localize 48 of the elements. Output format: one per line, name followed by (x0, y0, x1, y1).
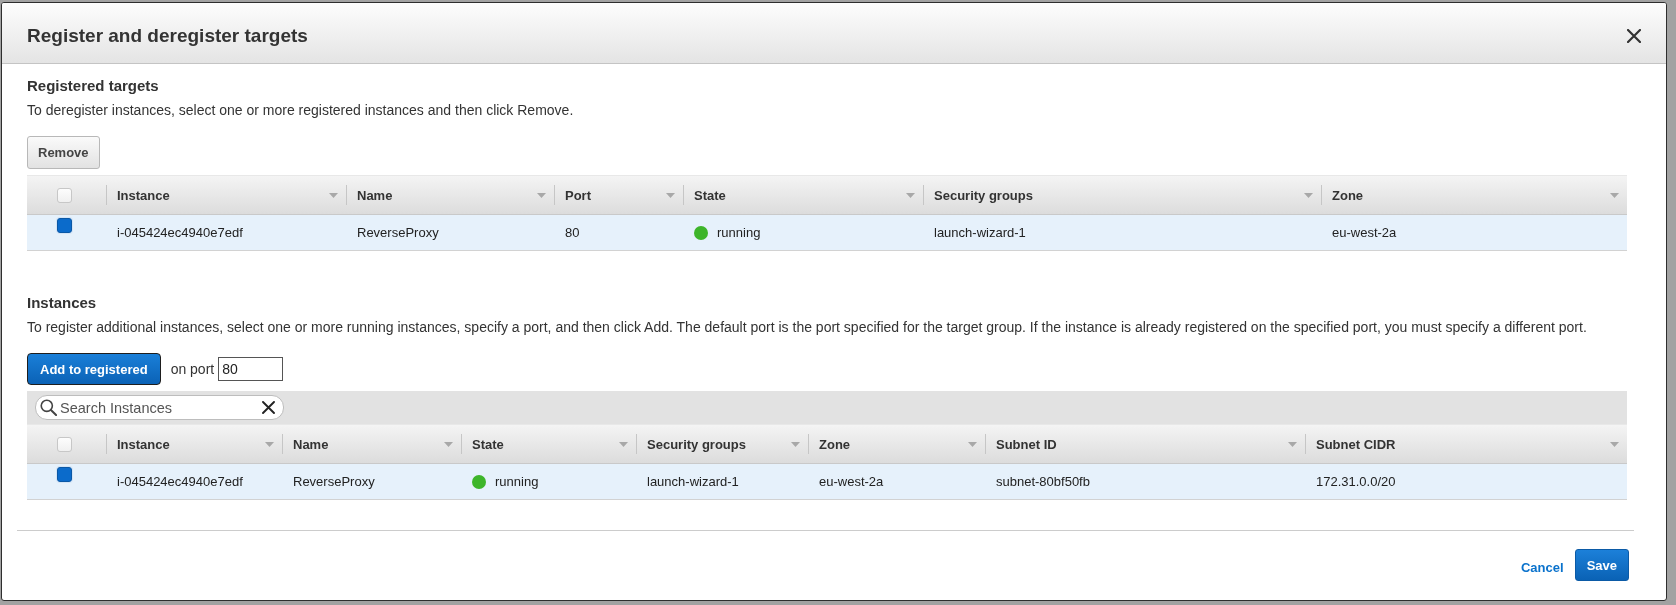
sort-caret-icon (1304, 192, 1313, 198)
cancel-link[interactable]: Cancel (1521, 559, 1564, 575)
remove-button[interactable]: Remove (27, 136, 100, 169)
sort-caret-icon (619, 441, 628, 447)
sort-caret-icon (265, 441, 274, 447)
sort-caret-icon (1610, 441, 1619, 447)
table-cell-text: subnet-80bf50fb (995, 473, 1091, 491)
sort-caret-icon (1610, 192, 1619, 198)
sort-caret-icon (329, 192, 338, 198)
clear-icon[interactable] (262, 401, 275, 414)
table-row[interactable]: i-045424ec4940e7edf ReverseProxy 80 running launch-wizard-1 eu-west-2a (27, 215, 1627, 251)
sort-caret-icon (1288, 441, 1297, 447)
state-text: running (717, 225, 761, 240)
close-icon (1627, 29, 1641, 43)
dialog-title: Register and deregister targets (27, 25, 308, 47)
add-to-registered-button[interactable]: Add to registered (27, 353, 161, 385)
sort-caret-icon (444, 441, 453, 447)
sort-caret-icon (537, 192, 546, 198)
table-cell-text: launch-wizard-1 (933, 224, 1027, 242)
state-text: running (495, 474, 539, 489)
sort-caret-icon (906, 192, 915, 198)
search-icon (40, 399, 57, 416)
port-field[interactable]: 80 (218, 357, 284, 381)
table-cell-text: eu-west-2a (818, 473, 885, 491)
sort-caret-icon (666, 192, 675, 198)
sort-caret-icon (968, 441, 977, 447)
table-cell-text: eu-west-2a (1331, 224, 1398, 242)
row-checkbox[interactable] (57, 467, 72, 482)
table-cell-text: launch-wizard-1 (646, 473, 740, 491)
sort-caret-icon (791, 441, 800, 447)
select-all-checkbox[interactable] (57, 436, 72, 452)
table-cell-text: i-045424ec4940e7edf (116, 473, 244, 491)
section-description: To register additional instances, select one or more running instances, specify a port, and then click Add. The default port is the port specified for the target group. If the instance is already registered on the specified port, you must specify a different port. (27, 318, 1588, 336)
row-checkbox[interactable] (57, 218, 72, 233)
search-field[interactable]: Search Instances (35, 395, 284, 420)
section-description: To deregister instances, select one or more registered instances and then click Remove. (27, 101, 575, 119)
table-row[interactable]: i-045424ec4940e7edf ReverseProxy running launch-wizard-1 eu-west-2a subnet-80bf50fb 172.31.0.0/20 (27, 464, 1627, 500)
table-cell-text: ReverseProxy (356, 224, 440, 242)
close-button[interactable] (1627, 29, 1641, 43)
select-all-checkbox[interactable] (57, 187, 72, 203)
table-cell-text: 80 (564, 224, 581, 242)
table-cell-text: 172.31.0.0/20 (1315, 473, 1397, 491)
section-heading: Instances (27, 294, 98, 312)
section-heading: Registered targets (27, 77, 160, 95)
port-label: on port (170, 361, 215, 377)
save-button[interactable]: Save (1574, 549, 1629, 581)
table-cell-text: i-045424ec4940e7edf (116, 224, 244, 242)
table-cell-text: ReverseProxy (292, 473, 376, 491)
